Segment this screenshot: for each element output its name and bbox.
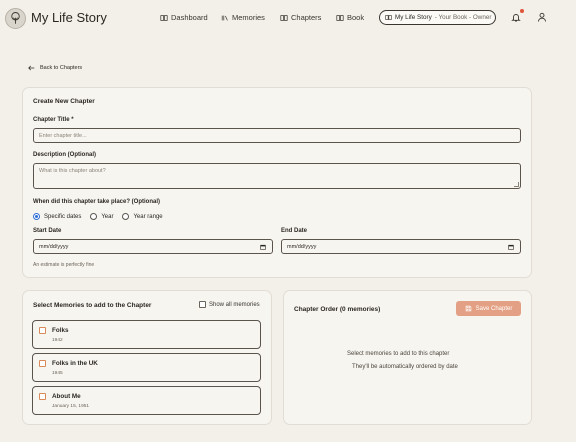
radio-specific-dates[interactable] [33,213,40,220]
chapter-title-input[interactable]: Enter chapter title... [33,128,521,143]
book-selector-title: My Life Story [395,14,432,21]
chapter-title-label: Chapter Title * [33,117,74,123]
when-label: When did this chapter take place? (Optio… [33,199,161,205]
memory-item[interactable]: About Me January 15, 1951 [32,386,261,415]
nav-memories[interactable]: Memories [221,13,265,22]
description-placeholder: What is this chapter about? [39,168,106,174]
description-textarea[interactable]: What is this chapter about? [33,163,521,189]
tree-logo-icon[interactable] [5,8,26,29]
calendar-icon[interactable] [260,244,266,250]
nav-chapters[interactable]: Chapters [280,13,321,22]
memory-item[interactable]: Folks in the UK 1945 [32,353,261,382]
nav-chapters-label: Chapters [291,13,322,22]
book-icon [385,15,392,20]
nav-dashboard[interactable]: Dashboard [160,13,208,22]
end-date-value: mm/dd/yyyy [287,243,317,250]
book-icon [160,14,168,21]
show-all-memories-toggle[interactable]: Show all memories [199,301,260,308]
nav-dashboard-label: Dashboard [171,13,208,22]
memory-checkbox[interactable] [39,360,46,367]
memory-item[interactable]: Folks 1942 [32,320,261,349]
memory-date: 1945 [52,371,63,376]
nav-book[interactable]: Book [336,13,364,22]
save-chapter-label: Save Chapter [475,305,513,312]
nav-book-label: Book [347,13,365,22]
empty-state-line1: Select memories to add to this chapter [347,351,450,357]
description-label: Description (Optional) [33,152,96,158]
save-icon [465,305,471,312]
chapter-order-title: Chapter Order (0 memories) [294,306,381,313]
create-chapter-title: Create New Chapter [33,98,95,105]
memories-panel-title: Select Memories to add to the Chapter [33,302,152,309]
memory-date: January 15, 1951 [52,404,90,409]
empty-state-line2: They'll be automatically ordered by date [352,364,458,370]
show-all-label: Show all memories [209,301,260,308]
radio-year[interactable] [90,213,98,220]
memory-checkbox[interactable] [39,327,46,334]
save-chapter-button[interactable]: Save Chapter [456,301,521,316]
date-type-radio-group: Specific dates Year Year range [33,213,168,220]
end-date-input[interactable]: mm/dd/yyyy [281,239,521,254]
bell-icon[interactable] [511,12,521,22]
radio-year-range[interactable] [122,213,130,220]
memory-title: About Me [52,393,81,400]
brand-title[interactable]: My Life Story [31,10,107,25]
start-date-value: mm/dd/yyyy [39,243,69,250]
resize-handle-icon[interactable] [514,182,519,187]
library-icon [221,15,228,21]
date-estimate-hint: An estimate is perfectly fine [33,262,95,268]
radio-year-label: Year [101,213,114,220]
book-icon [336,14,344,21]
book-selector[interactable]: My Life Story - Your Book - Owner [379,10,496,25]
memory-title: Folks [52,327,69,334]
arrow-left-icon [28,65,35,71]
notification-badge [520,9,524,13]
book-selector-subtitle: - Your Book - Owner [434,14,492,21]
start-date-label: Start Date [33,228,62,234]
nav-memories-label: Memories [232,13,265,22]
memory-date: 1942 [52,338,63,343]
start-date-input[interactable]: mm/dd/yyyy [33,239,273,254]
chapter-title-placeholder: Enter chapter title... [39,132,87,139]
show-all-checkbox[interactable] [199,301,206,308]
radio-year-range-label: Year range [133,213,163,220]
memory-checkbox[interactable] [39,393,46,400]
top-bar: My Life Story Dashboard Memories Chapter… [0,0,576,38]
memory-title: Folks in the UK [52,360,98,367]
radio-specific-dates-label: Specific dates [44,213,82,220]
calendar-icon[interactable] [508,244,514,250]
book-icon [280,14,288,21]
back-to-chapters-link[interactable]: Back to Chapters [28,65,82,71]
back-link-label: Back to Chapters [40,65,83,71]
user-icon[interactable] [537,12,547,22]
end-date-label: End Date [281,228,308,234]
